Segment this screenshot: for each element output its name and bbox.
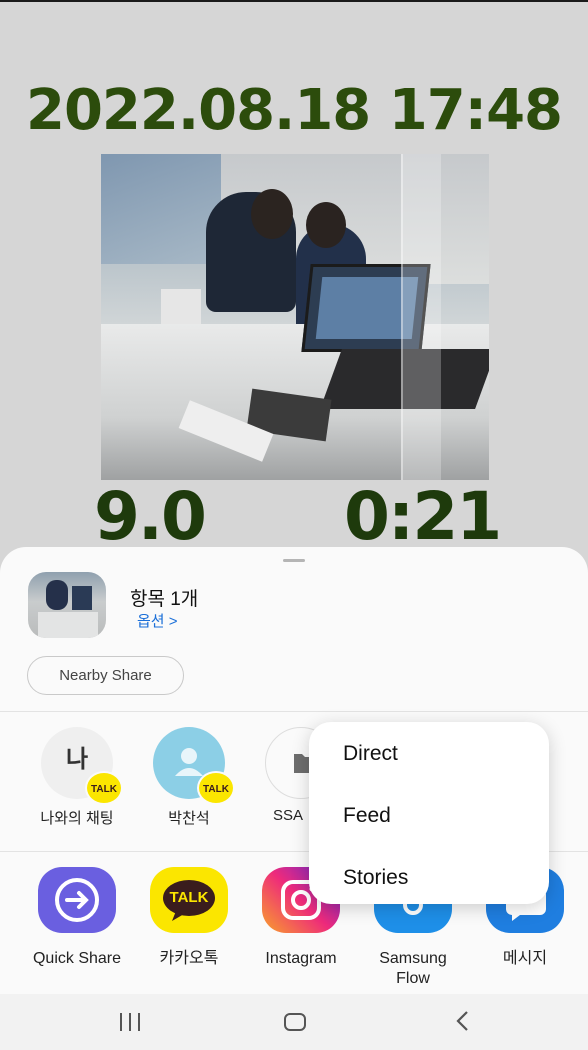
value-left: 9.0 [94, 478, 207, 555]
quick-share-icon [38, 867, 116, 933]
kakaotalk-icon-text: TALK [169, 889, 209, 906]
instagram-share-menu: Direct Feed Stories [309, 722, 549, 904]
menu-item-feed[interactable]: Feed [343, 804, 391, 828]
value-right: 0:21 [344, 478, 502, 555]
menu-item-direct[interactable]: Direct [343, 742, 398, 766]
datetime-overlay: 2022.08.18 17:48 [25, 78, 563, 143]
recent-apps-icon[interactable] [120, 1013, 142, 1031]
contact-my-chat[interactable]: 나 TALK 나와의 채팅 [27, 727, 127, 828]
sheet-handle[interactable] [283, 559, 305, 562]
kakaotalk-badge-icon: TALK [85, 771, 123, 805]
app-label: Quick Share [32, 950, 122, 967]
contact-label: 나와의 채팅 [40, 810, 114, 827]
app-quick-share[interactable]: Quick Share [22, 867, 132, 969]
avatar: TALK [153, 727, 235, 805]
back-icon[interactable] [453, 1008, 473, 1034]
status-bar-strip [0, 0, 588, 2]
item-thumbnail [28, 572, 106, 638]
divider [0, 711, 588, 712]
app-label: 메시지 [502, 950, 548, 967]
avatar: 나 TALK [41, 727, 123, 805]
app-label: 카카오톡 [159, 950, 219, 967]
kakaotalk-icon: TALK [150, 867, 228, 933]
app-kakaotalk[interactable]: TALK 카카오톡 [134, 867, 244, 969]
contact-park[interactable]: TALK 박찬석 [139, 727, 239, 828]
contact-label: 박찬석 [168, 810, 210, 827]
kakaotalk-badge-icon: TALK [197, 771, 235, 805]
navigation-bar [0, 994, 588, 1050]
item-count: 항목 1개 [130, 589, 199, 610]
app-label: Instagram [265, 950, 337, 967]
menu-item-stories[interactable]: Stories [343, 866, 408, 890]
app-label: Samsung Flow [379, 950, 447, 987]
nearby-share-button[interactable]: Nearby Share [27, 656, 184, 695]
shared-photo [101, 154, 489, 480]
options-link[interactable]: 옵션 > [137, 610, 178, 631]
home-icon[interactable] [284, 1013, 306, 1031]
